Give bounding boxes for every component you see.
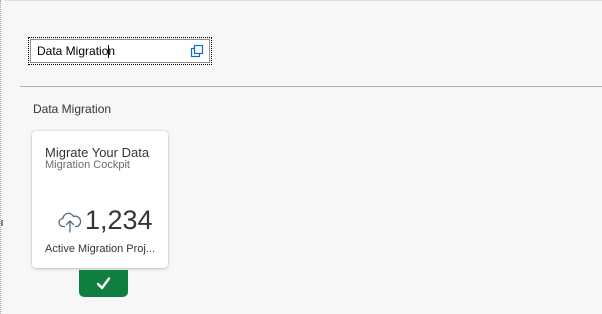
search-input-focus-frame[interactable] [28,37,212,65]
resize-handle-mark[interactable] [1,220,3,226]
tile-kpi-number: 1,234 [85,205,153,235]
checkmark-icon [96,277,111,290]
section-divider [20,86,602,87]
tile-selected-toggle[interactable] [79,270,128,297]
value-help-icon[interactable] [190,44,204,58]
top-separator [4,0,602,1]
group-title: Data Migration [33,102,112,116]
cloud-upload-icon [58,211,82,233]
left-resize-edge[interactable] [0,0,3,314]
migrate-your-data-tile[interactable]: Migrate Your Data Migration Cockpit 1,23… [32,131,168,268]
search-input[interactable] [37,40,185,62]
search-input-box[interactable] [30,39,210,63]
tile-title: Migrate Your Data [45,145,150,160]
tile-subtitle: Migration Cockpit [45,159,130,171]
tile-footer: Active Migration Proj... [45,243,156,255]
text-caret [108,45,109,58]
